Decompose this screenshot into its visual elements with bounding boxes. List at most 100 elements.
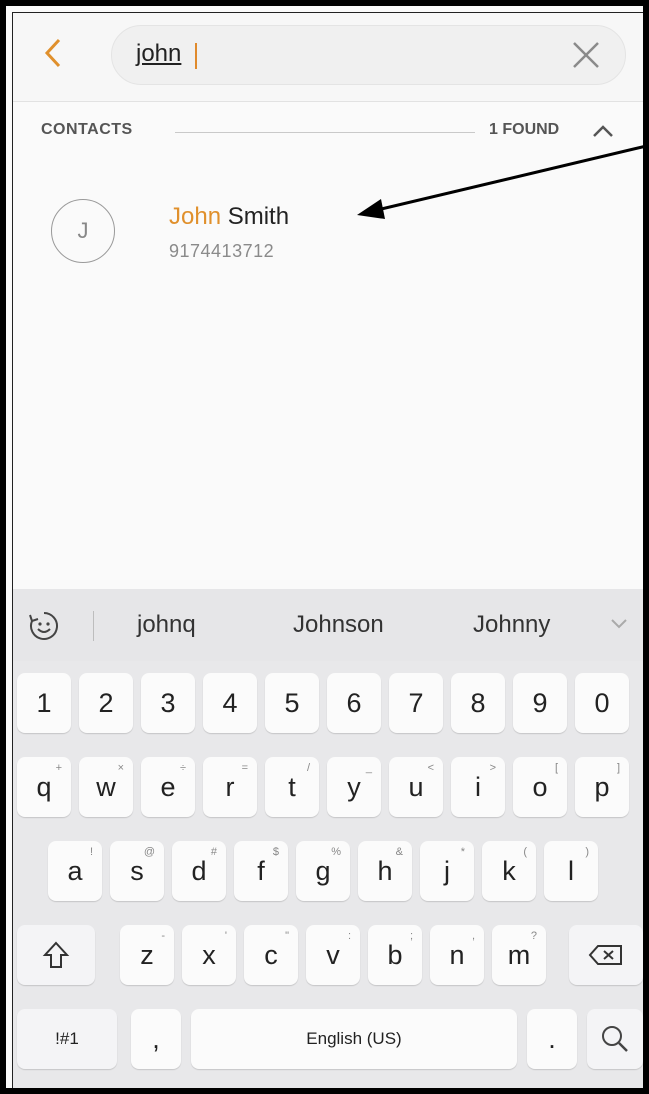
contact-number: 9174413712 xyxy=(169,241,275,261)
key-0[interactable]: 0 xyxy=(575,673,629,733)
key-b[interactable]: b; xyxy=(368,925,422,985)
key-4[interactable]: 4 xyxy=(203,673,257,733)
key-w[interactable]: w × xyxy=(79,757,133,817)
key-i[interactable]: i > xyxy=(451,757,505,817)
key-label: q xyxy=(36,771,52,802)
key-a[interactable]: a! xyxy=(48,841,102,901)
key-label: a xyxy=(67,855,83,886)
key-z[interactable]: z- xyxy=(120,925,174,985)
app-screen: john CONTACTS 1 FOUND J John Smith 91744… xyxy=(12,12,643,1088)
key-m[interactable]: m? xyxy=(492,925,546,985)
key-label: k xyxy=(502,855,516,886)
key-e[interactable]: e ÷ xyxy=(141,757,195,817)
key-s[interactable]: s @ xyxy=(110,841,164,901)
key-label: o xyxy=(532,771,548,802)
key-label: y xyxy=(347,771,361,802)
key-label: , xyxy=(152,1023,160,1054)
key-5[interactable]: 5 xyxy=(265,673,319,733)
key-label: English (US) xyxy=(306,1029,402,1048)
key-label: !#1 xyxy=(55,1029,79,1048)
key-label: j xyxy=(444,855,450,886)
key-hint: ] xyxy=(616,762,620,774)
key-hint: > xyxy=(489,762,496,774)
contact-name: John Smith xyxy=(169,203,290,230)
key-comma[interactable]: , xyxy=(131,1009,181,1069)
backspace-key[interactable] xyxy=(569,925,643,985)
key-6[interactable]: 6 xyxy=(327,673,381,733)
key-j[interactable]: j * xyxy=(420,841,474,901)
key-1[interactable]: 1 xyxy=(17,673,71,733)
text-caret xyxy=(195,43,197,69)
key-r[interactable]: r = xyxy=(203,757,257,817)
key-2[interactable]: 2 xyxy=(79,673,133,733)
key-label: 0 xyxy=(594,687,610,718)
emoji-toggle-icon[interactable] xyxy=(27,609,61,643)
key-hint: $ xyxy=(272,846,279,858)
shift-icon xyxy=(42,941,70,968)
key-label: g xyxy=(315,855,331,886)
key-f[interactable]: f $ xyxy=(234,841,288,901)
key-hint: & xyxy=(395,846,403,858)
key-v[interactable]: v: xyxy=(306,925,360,985)
key-p[interactable]: p] xyxy=(575,757,629,817)
key-hint: @ xyxy=(143,846,155,858)
key-label: 1 xyxy=(36,687,52,718)
key-period[interactable]: . xyxy=(527,1009,577,1069)
key-hint: * xyxy=(460,846,465,858)
back-button[interactable] xyxy=(33,31,73,75)
key-hint: " xyxy=(285,930,289,942)
key-hint: , xyxy=(471,930,475,942)
key-hint: ( xyxy=(523,846,527,858)
chevron-down-icon[interactable] xyxy=(609,617,629,631)
key-hint: ' xyxy=(224,930,227,942)
divider xyxy=(93,611,94,641)
symbols-key[interactable]: !#1 xyxy=(17,1009,117,1069)
key-q[interactable]: q + xyxy=(17,757,71,817)
suggestion-1[interactable]: johnq xyxy=(137,611,196,639)
key-o[interactable]: o[ xyxy=(513,757,567,817)
search-icon xyxy=(602,1026,628,1052)
key-d[interactable]: d # xyxy=(172,841,226,901)
shift-key[interactable] xyxy=(17,925,95,985)
key-hint: : xyxy=(347,930,351,942)
key-label: f xyxy=(257,855,265,886)
key-label: r xyxy=(225,771,235,802)
key-label: . xyxy=(548,1023,556,1054)
key-hint: ; xyxy=(409,930,413,942)
key-k[interactable]: k( xyxy=(482,841,536,901)
key-hint: ! xyxy=(89,846,93,858)
key-label: s xyxy=(130,855,144,886)
key-9[interactable]: 9 xyxy=(513,673,567,733)
key-hint: ÷ xyxy=(179,762,186,774)
key-x[interactable]: x ' xyxy=(182,925,236,985)
key-8[interactable]: 8 xyxy=(451,673,505,733)
annotation-arrow xyxy=(357,145,643,219)
key-l[interactable]: l) xyxy=(544,841,598,901)
key-t[interactable]: t / xyxy=(265,757,319,817)
section-title: CONTACTS xyxy=(41,121,133,138)
key-n[interactable]: n, xyxy=(430,925,484,985)
search-input[interactable]: john xyxy=(111,25,626,85)
key-label: u xyxy=(408,771,424,802)
key-label: m xyxy=(507,939,531,970)
clear-icon[interactable] xyxy=(569,38,603,72)
key-hint: = xyxy=(241,762,248,774)
key-hint: + xyxy=(55,762,62,774)
key-y[interactable]: y _ xyxy=(327,757,381,817)
key-label: z xyxy=(140,939,154,970)
key-3[interactable]: 3 xyxy=(141,673,195,733)
search-header: john xyxy=(13,13,643,102)
key-h[interactable]: h & xyxy=(358,841,412,901)
key-label: 8 xyxy=(470,687,486,718)
key-u[interactable]: u < xyxy=(389,757,443,817)
suggestion-2[interactable]: Johnson xyxy=(293,611,384,639)
key-label: 4 xyxy=(222,687,238,718)
key-7[interactable]: 7 xyxy=(389,673,443,733)
search-key[interactable] xyxy=(587,1009,643,1069)
key-hint: % xyxy=(331,846,341,858)
key-g[interactable]: g% xyxy=(296,841,350,901)
space-key[interactable]: English (US) xyxy=(191,1009,517,1069)
key-c[interactable]: c " xyxy=(244,925,298,985)
backspace-icon xyxy=(588,945,622,965)
suggestion-3[interactable]: Johnny xyxy=(473,611,550,639)
